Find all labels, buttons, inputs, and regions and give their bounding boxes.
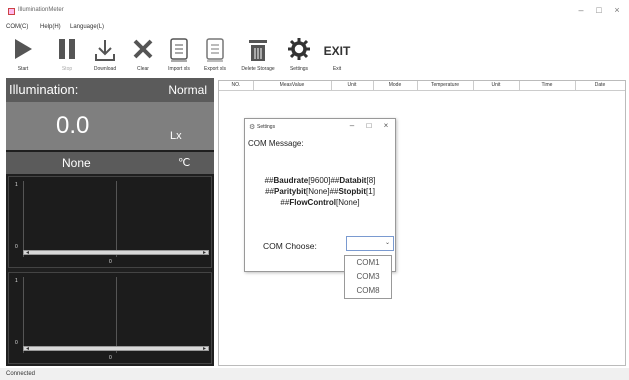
com-option[interactable]: COM8 [345, 284, 391, 298]
temperature-unit: ℃ [178, 157, 191, 169]
dialog-maximize-button[interactable]: □ [364, 121, 374, 130]
export-xls-button[interactable]: Export xls [198, 34, 232, 76]
import-icon [170, 38, 188, 62]
chart-y-tick-top: 1 [15, 182, 18, 188]
chart-x-tick: 0 [109, 355, 112, 361]
column-header-measvalue[interactable]: MeasValue [253, 82, 331, 88]
com-option[interactable]: COM3 [345, 270, 391, 284]
connection-status: Connected [6, 371, 36, 377]
menu-com[interactable]: COM(C) [6, 24, 28, 30]
stop-button[interactable]: Stop [54, 34, 80, 76]
delete-storage-button[interactable]: Delete Storage [236, 34, 280, 76]
temperature-display: None ℃ [6, 152, 214, 174]
app-icon [8, 8, 15, 15]
maximize-button[interactable]: □ [592, 5, 606, 15]
chart-y-tick-bottom: 0 [15, 340, 18, 346]
column-header-temp-unit[interactable]: Unit [473, 82, 519, 88]
params-line-3: ##FlowControl[None] [280, 198, 360, 207]
table-header: NO. MeasValue Unit Mode Temperature Unit… [219, 81, 625, 91]
column-header-unit[interactable]: Unit [331, 82, 373, 88]
chart-grid-line [116, 181, 117, 257]
exit-button[interactable]: EXIT Exit [322, 34, 352, 76]
chart-y-tick-top: 1 [15, 278, 18, 284]
status-bar: Connected [0, 368, 629, 380]
chart-axis-line [23, 181, 24, 257]
column-header-no[interactable]: NO. [219, 82, 253, 88]
measurement-panel: Illumination: Normal 0.0 Lx None ℃ 1 0 ◂… [6, 78, 214, 366]
toolbar: Start Stop Download Clear Import xls Exp… [0, 34, 629, 76]
params-line-2: ##Paritybit[None]##Stopbit[1] [265, 187, 375, 196]
scroll-left-icon[interactable]: ◂ [26, 249, 29, 256]
chart-y-tick-bottom: 0 [15, 244, 18, 250]
com-choose-label: COM Choose: [263, 241, 317, 251]
illumination-value: 0.0 [56, 112, 90, 139]
menu-language[interactable]: Language(L) [70, 24, 104, 30]
illumination-header: Illumination: Normal [6, 78, 214, 102]
com-option[interactable]: COM1 [345, 256, 391, 270]
clear-x-icon [133, 39, 153, 59]
clear-button[interactable]: Clear [128, 34, 158, 76]
play-icon [15, 39, 32, 59]
com-select[interactable]: ⌄ [346, 236, 394, 251]
illumination-chart: 1 0 ◂ ▸ 0 [8, 176, 212, 268]
settings-dialog: ⚙ Settings – □ × COM Message: ##Baudrate… [244, 118, 396, 272]
dialog-close-button[interactable]: × [381, 121, 391, 130]
temperature-value: None [62, 156, 91, 170]
minimize-button[interactable]: – [574, 5, 588, 15]
menu-bar: COM(C) Help(H) Language(L) [0, 22, 629, 34]
column-header-mode[interactable]: Mode [373, 82, 417, 88]
gear-icon [288, 38, 310, 60]
pause-icon [59, 39, 75, 59]
column-header-date[interactable]: Date [575, 82, 625, 88]
start-button[interactable]: Start [8, 34, 38, 76]
export-icon [206, 38, 224, 62]
scroll-right-icon[interactable]: ▸ [203, 249, 206, 256]
chart-scrollbar[interactable]: ◂ ▸ [23, 249, 209, 256]
close-button[interactable]: × [610, 5, 624, 15]
import-xls-button[interactable]: Import xls [160, 34, 198, 76]
window-title: IlluminationMeter [18, 7, 64, 13]
com-message-label: COM Message: [248, 139, 304, 148]
exit-text-icon: EXIT [323, 44, 351, 58]
status-label: Normal [168, 83, 207, 97]
illumination-label: Illumination: [9, 82, 79, 97]
download-icon [95, 40, 115, 61]
chart-scrollbar[interactable]: ◂ ▸ [23, 345, 209, 352]
column-header-temperature[interactable]: Temperature [417, 82, 473, 88]
dialog-minimize-button[interactable]: – [347, 121, 357, 130]
column-header-time[interactable]: Time [519, 82, 575, 88]
trash-icon [249, 40, 267, 61]
dialog-title: Settings [257, 124, 276, 130]
com-dropdown-list: COM1 COM3 COM8 [344, 255, 392, 299]
menu-help[interactable]: Help(H) [40, 24, 61, 30]
illumination-unit: Lx [170, 130, 182, 142]
settings-button[interactable]: Settings [282, 34, 316, 76]
temperature-chart: 1 0 ◂ ▸ 0 [8, 272, 212, 364]
settings-icon: ⚙ [249, 124, 256, 131]
illumination-display: 0.0 Lx [6, 102, 214, 150]
params-line-1: ##Baudrate[9600]##Databit[8] [264, 176, 376, 185]
com-parameters: ##Baudrate[9600]##Databit[8] ##Paritybit… [245, 175, 395, 208]
title-bar: IlluminationMeter – □ × [0, 0, 629, 22]
chart-grid-line [116, 277, 117, 353]
download-button[interactable]: Download [86, 34, 124, 76]
scroll-left-icon[interactable]: ◂ [26, 345, 29, 352]
scroll-right-icon[interactable]: ▸ [203, 345, 206, 352]
chevron-down-icon: ⌄ [384, 240, 390, 246]
dialog-title-bar: ⚙ Settings – □ × [245, 119, 395, 135]
chart-x-tick: 0 [109, 259, 112, 265]
chart-axis-line [23, 277, 24, 353]
